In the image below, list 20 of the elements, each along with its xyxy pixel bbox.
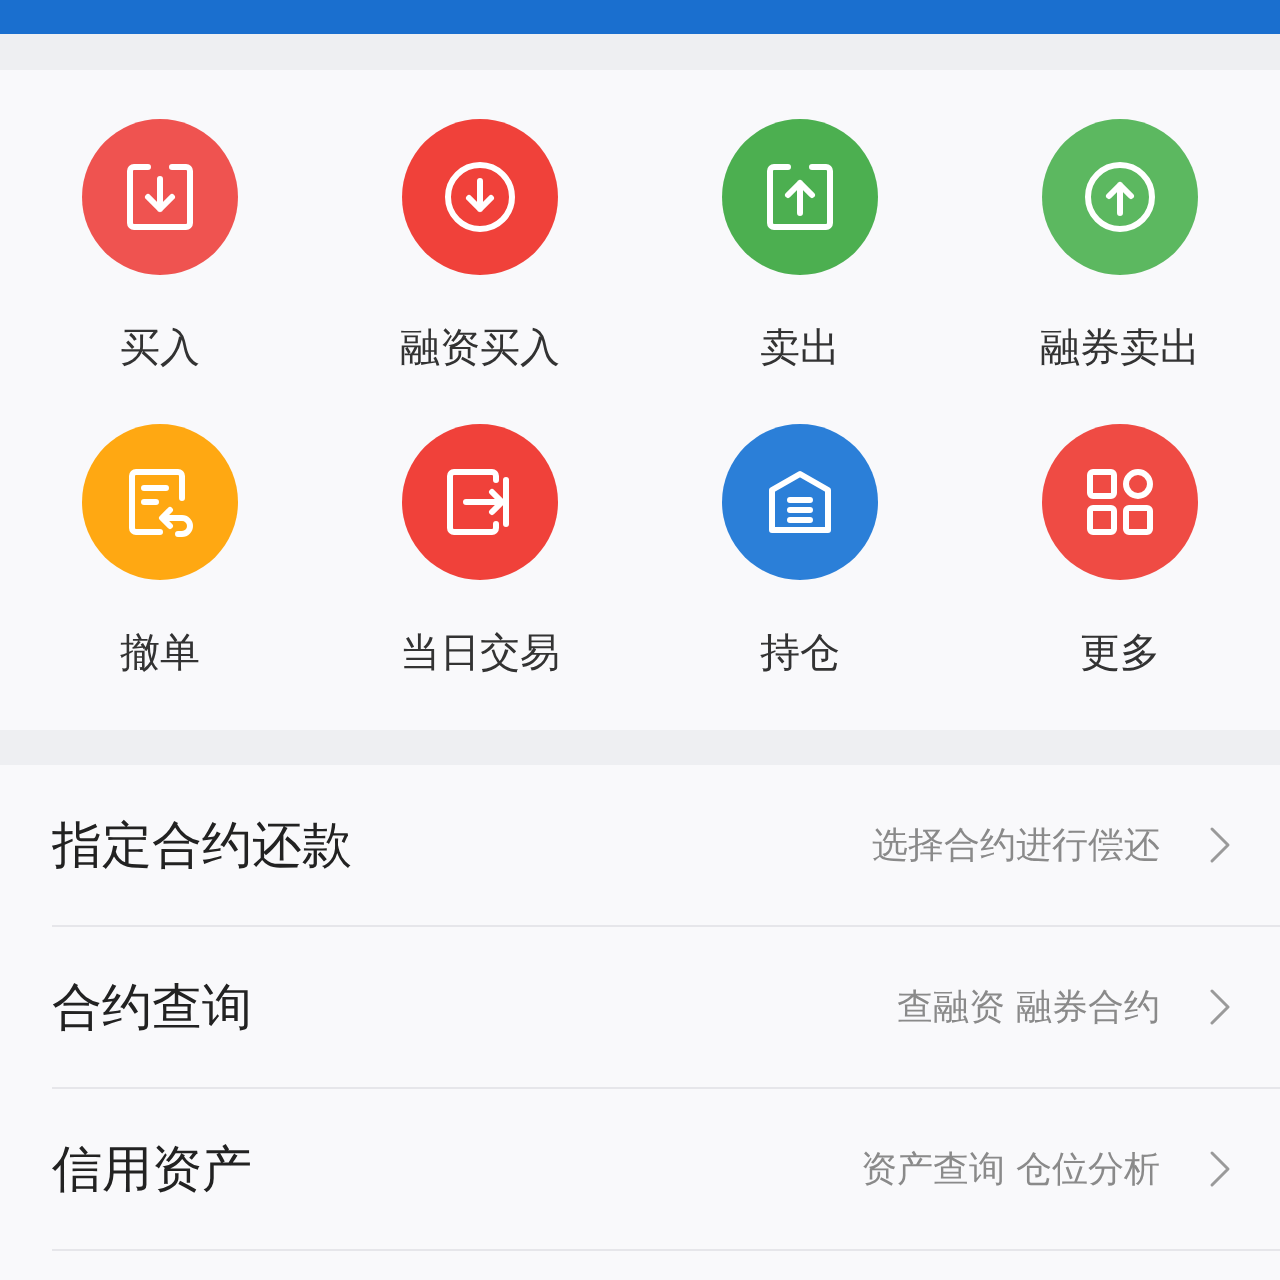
chevron-right-icon bbox=[1208, 1149, 1232, 1189]
menu-hint: 查融资 融券合约 bbox=[896, 984, 1160, 1029]
menu-item[interactable]: 指定合约还款 选择合约进行偿还 bbox=[52, 765, 1280, 927]
menu-title: 合约查询 bbox=[52, 976, 253, 1038]
menu-title: 指定合约还款 bbox=[52, 814, 353, 876]
action-label: 持仓 bbox=[760, 628, 840, 676]
menu-item[interactable]: 合约查询 查融资 融券合约 bbox=[52, 927, 1280, 1089]
chevron-right-icon bbox=[1208, 825, 1232, 865]
action-label: 融资买入 bbox=[400, 323, 560, 371]
menu-hint: 资产查询 仓位分析 bbox=[860, 1146, 1160, 1191]
menu-item[interactable]: 信用资产 资产查询 仓位分析 bbox=[52, 1089, 1280, 1251]
action-label: 融券卖出 bbox=[1040, 323, 1200, 371]
chevron-right-icon bbox=[1208, 987, 1232, 1027]
action-label: 卖出 bbox=[760, 323, 840, 371]
action-label: 更多 bbox=[1080, 628, 1160, 676]
action-label: 当日交易 bbox=[400, 628, 560, 676]
menu-hint: 选择合约进行偿还 bbox=[872, 822, 1160, 867]
action-label: 买入 bbox=[120, 323, 200, 371]
menu-title: 信用资产 bbox=[52, 1138, 253, 1200]
action-label: 撤单 bbox=[120, 628, 200, 676]
